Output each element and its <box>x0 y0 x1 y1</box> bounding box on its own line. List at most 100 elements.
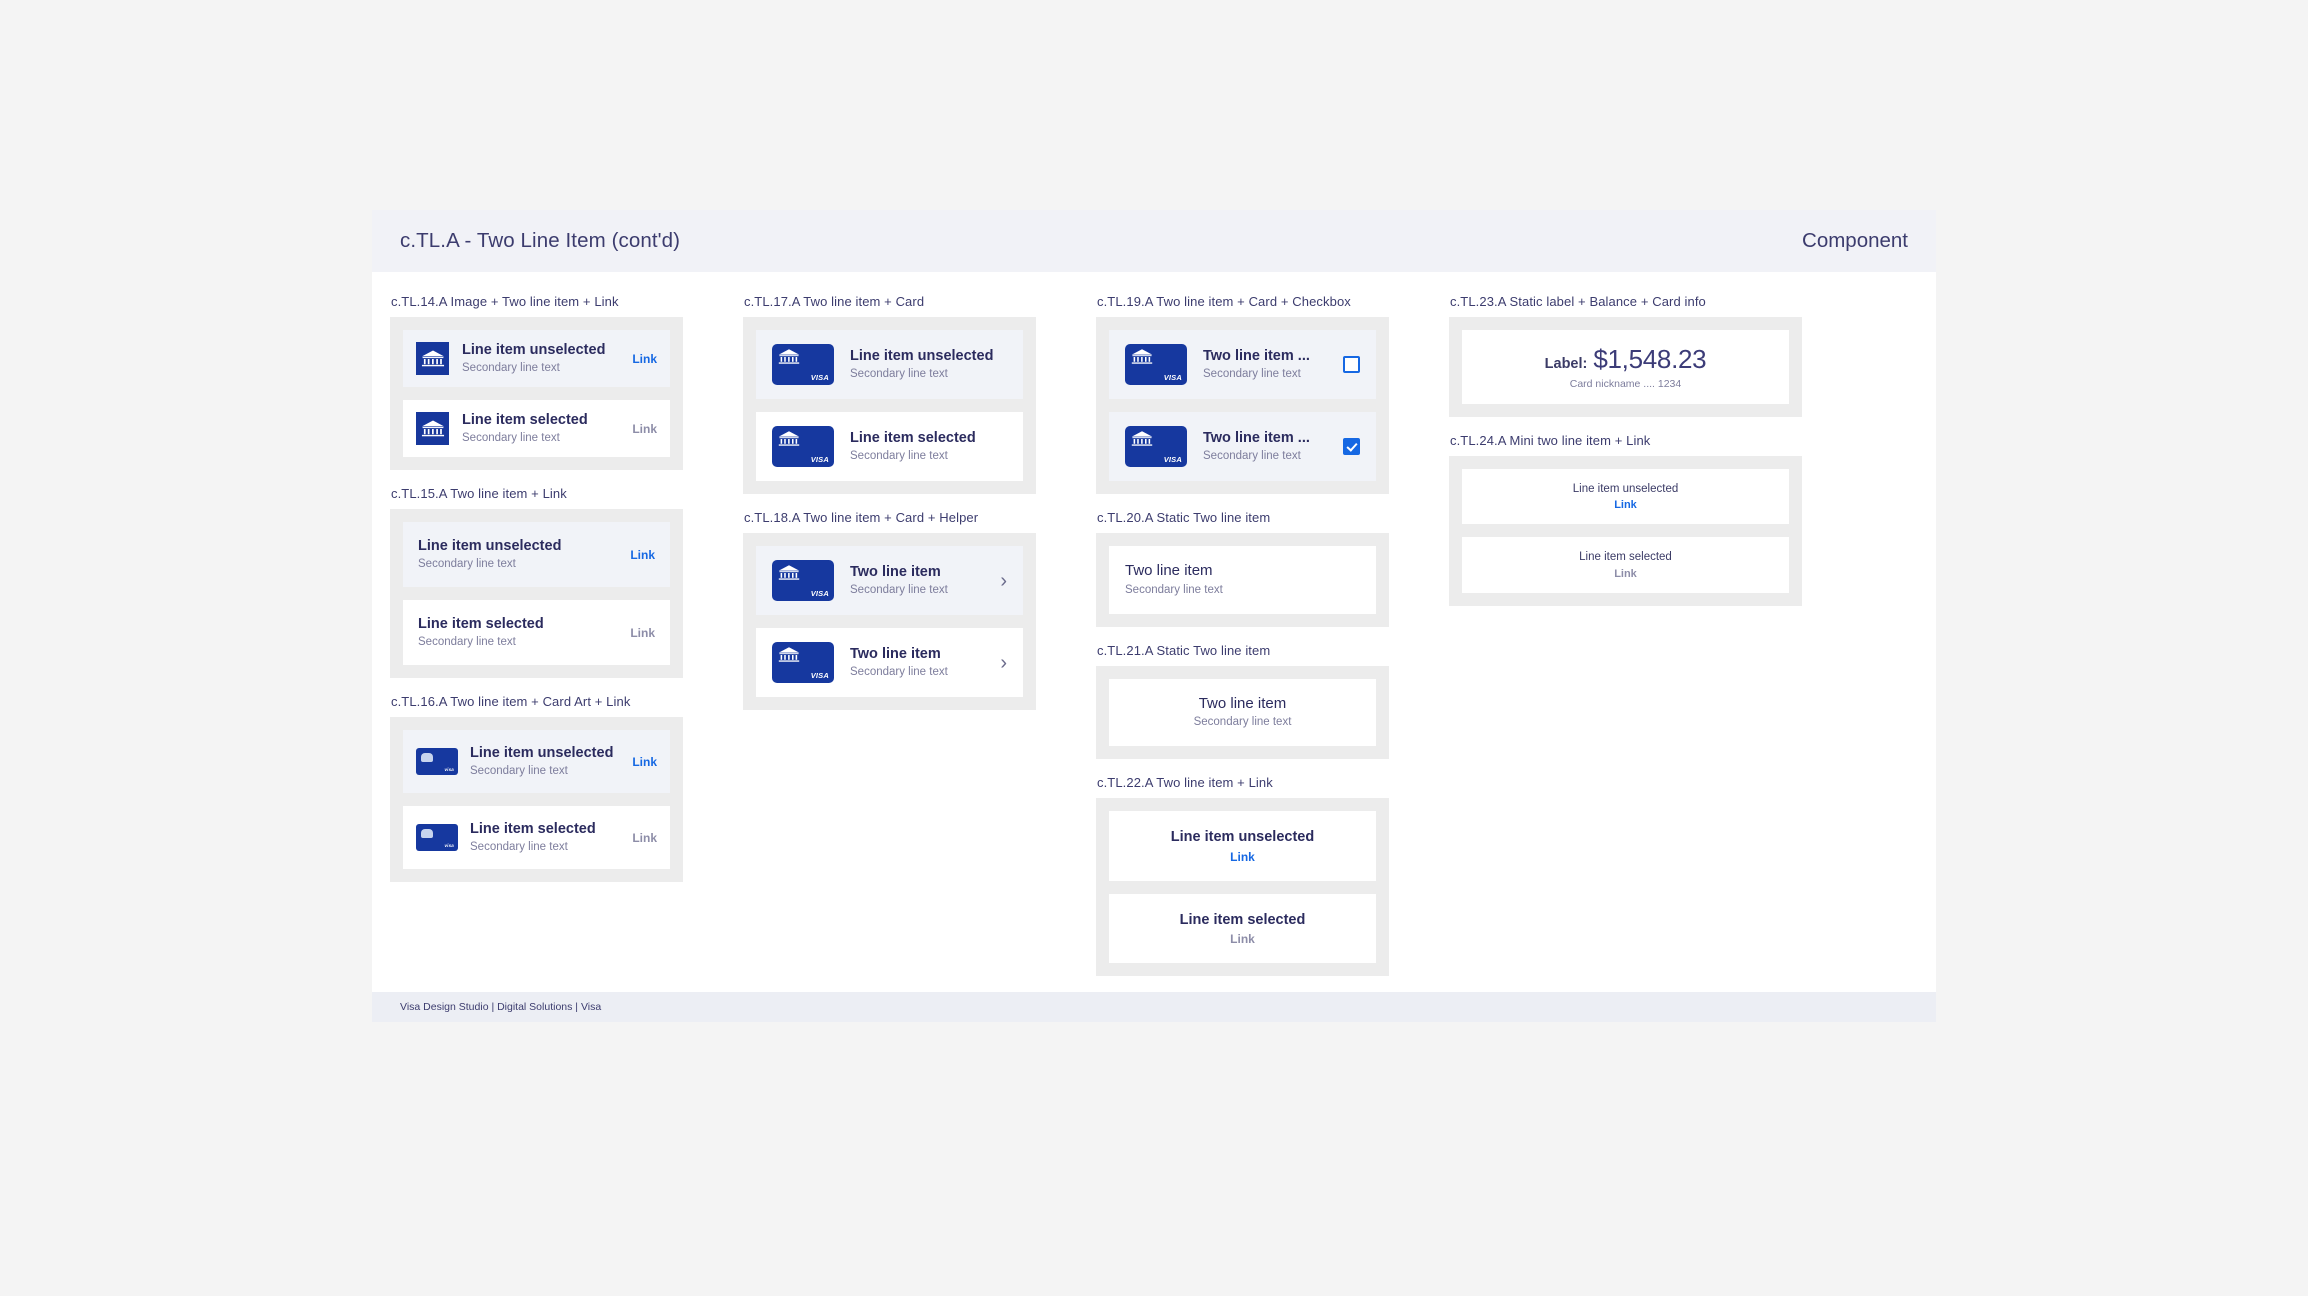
list-item[interactable]: VISA Line item unselected Secondary line… <box>756 330 1023 399</box>
checkbox-unchecked[interactable] <box>1343 356 1360 373</box>
balance-amount: $1,548.23 <box>1593 344 1707 374</box>
artboard: c.TL.A - Two Line Item (cont'd) Componen… <box>372 210 1936 1022</box>
panel-tl24: Line item unselected Link Line item sele… <box>1449 456 1802 606</box>
list-item: Two line item Secondary line text <box>1109 546 1376 614</box>
primary-text: Two line item <box>850 645 941 662</box>
secondary-text: Secondary line text <box>1193 716 1292 729</box>
visa-mark: VISA <box>810 373 829 382</box>
panel-tl17: VISA Line item unselected Secondary line… <box>743 317 1036 494</box>
section-tl14: c.TL.14.A Image + Two line item + Link L… <box>390 294 683 471</box>
card-chip-icon <box>421 829 433 839</box>
balance-card: Label: $1,548.23 Card nickname .... 1234 <box>1462 330 1789 404</box>
list-item[interactable]: Line item selected Secondary line text L… <box>403 600 670 666</box>
row-link[interactable]: Link <box>1230 932 1255 946</box>
section-tl17: c.TL.17.A Two line item + Card VISA Line… <box>743 294 1036 494</box>
list-item[interactable]: VISA Two line item Secondary line text › <box>756 628 1023 697</box>
secondary-text: Secondary line text <box>850 450 948 463</box>
list-item[interactable]: VISA Two line item ... Secondary line te… <box>1109 330 1376 399</box>
visa-mark: VISA <box>810 589 829 598</box>
secondary-text: Secondary line text <box>1203 368 1301 381</box>
section-tl16: c.TL.16.A Two line item + Card Art + Lin… <box>390 694 683 883</box>
list-item-text: Line item selected Secondary line text <box>470 820 622 855</box>
primary-text: Two line item ... <box>1203 347 1310 364</box>
visa-mark: VISA <box>1163 455 1182 464</box>
credit-card-icon: VISA <box>1125 426 1187 467</box>
list-item[interactable]: Line item selected Secondary line text L… <box>403 400 670 458</box>
list-item[interactable]: VISA Two line item ... Secondary line te… <box>1109 412 1376 481</box>
bank-logo-icon <box>777 430 801 448</box>
list-item-text: Two line item ... Secondary line text <box>1203 429 1333 464</box>
panel-tl18: VISA Two line item Secondary line text ›… <box>743 533 1036 710</box>
section-title-tl19: c.TL.19.A Two line item + Card + Checkbo… <box>1097 294 1351 309</box>
row-link[interactable]: Link <box>1614 499 1637 511</box>
row-link[interactable]: Link <box>630 548 655 562</box>
credit-card-icon: VISA <box>1125 344 1187 385</box>
list-item[interactable]: Line item unselected Secondary line text… <box>403 330 670 388</box>
section-tl21: c.TL.21.A Static Two line item Two line … <box>1096 643 1389 760</box>
credit-card-icon: VISA <box>772 642 834 683</box>
list-item[interactable]: VISA Two line item Secondary line text › <box>756 546 1023 615</box>
row-link[interactable]: Link <box>630 626 655 640</box>
checkbox-checked[interactable] <box>1343 438 1360 455</box>
primary-text: Line item selected <box>1579 551 1672 564</box>
list-item[interactable]: Line item unselected Link <box>1462 469 1789 525</box>
panel-tl20: Two line item Secondary line text <box>1096 533 1389 627</box>
bank-logo-icon <box>1130 430 1154 448</box>
secondary-text: Secondary line text <box>418 636 516 649</box>
secondary-text: Secondary line text <box>462 432 560 445</box>
list-item-text: Line item selected Secondary line text <box>462 411 622 446</box>
section-tl15: c.TL.15.A Two line item + Link Line item… <box>390 486 683 679</box>
primary-text: Line item selected <box>470 821 596 838</box>
primary-text: Line item selected <box>1179 911 1306 928</box>
row-link[interactable]: Link <box>632 422 657 436</box>
panel-tl15: Line item unselected Secondary line text… <box>390 509 683 679</box>
panel-tl22: Line item unselected Link Line item sele… <box>1096 798 1389 976</box>
list-item[interactable]: Line item selected Link <box>1109 893 1376 963</box>
bank-logo-icon <box>777 348 801 366</box>
card-chip-icon <box>421 753 433 763</box>
list-item[interactable]: Line item unselected Link <box>1109 811 1376 881</box>
secondary-text: Secondary line text <box>850 368 948 381</box>
list-item-text: Line item unselected Secondary line text <box>418 537 620 572</box>
credit-card-icon: VISA <box>772 560 834 601</box>
row-link[interactable]: Link <box>632 831 657 845</box>
list-item-text: Line item selected Secondary line text <box>850 429 1007 464</box>
panel-tl16: visa Line item unselected Secondary line… <box>390 717 683 883</box>
list-item[interactable]: VISA Line item selected Secondary line t… <box>756 412 1023 481</box>
primary-text: Line item unselected <box>462 342 606 358</box>
list-item-text: Two line item Secondary line text <box>850 563 990 598</box>
visa-mark: VISA <box>1163 373 1182 382</box>
page-title: c.TL.A - Two Line Item (cont'd) <box>400 229 681 252</box>
visa-mark: visa <box>444 767 454 773</box>
chevron-right-icon[interactable]: › <box>1000 571 1007 591</box>
row-link[interactable]: Link <box>632 352 657 366</box>
panel-tl19: VISA Two line item ... Secondary line te… <box>1096 317 1389 494</box>
secondary-text: Secondary line text <box>462 362 560 375</box>
primary-text: Line item selected <box>418 616 544 633</box>
row-link[interactable]: Link <box>632 755 657 769</box>
row-link[interactable]: Link <box>1230 850 1255 864</box>
list-item[interactable]: Line item selected Link <box>1462 537 1789 593</box>
primary-text: Two line item <box>850 563 941 580</box>
list-item-text: Line item selected Secondary line text <box>418 615 620 650</box>
column-3: c.TL.19.A Two line item + Card + Checkbo… <box>1096 294 1449 992</box>
list-item[interactable]: visa Line item unselected Secondary line… <box>403 730 670 794</box>
section-title-tl14: c.TL.14.A Image + Two line item + Link <box>391 294 619 309</box>
secondary-text: Secondary line text <box>470 765 568 778</box>
bank-logo-icon <box>416 342 449 376</box>
list-item: Two line item Secondary line text <box>1109 678 1376 747</box>
section-tl22: c.TL.22.A Two line item + Link Line item… <box>1096 775 1389 976</box>
panel-tl21: Two line item Secondary line text <box>1096 665 1389 760</box>
section-tl23: c.TL.23.A Static label + Balance + Card … <box>1449 294 1802 417</box>
page-footer: Visa Design Studio | Digital Solutions |… <box>372 991 1936 1022</box>
list-item[interactable]: Line item unselected Secondary line text… <box>403 522 670 588</box>
credit-card-icon: VISA <box>772 426 834 467</box>
card-art-icon: visa <box>416 748 458 776</box>
section-title-tl23: c.TL.23.A Static label + Balance + Card … <box>1450 294 1706 309</box>
panel-tl23: Label: $1,548.23 Card nickname .... 1234 <box>1449 317 1802 417</box>
footer-text: Visa Design Studio | Digital Solutions |… <box>400 1000 602 1013</box>
row-link[interactable]: Link <box>1614 568 1637 580</box>
list-item[interactable]: visa Line item selected Secondary line t… <box>403 806 670 870</box>
chevron-right-icon[interactable]: › <box>1000 653 1007 673</box>
secondary-text: Secondary line text <box>1125 583 1223 596</box>
